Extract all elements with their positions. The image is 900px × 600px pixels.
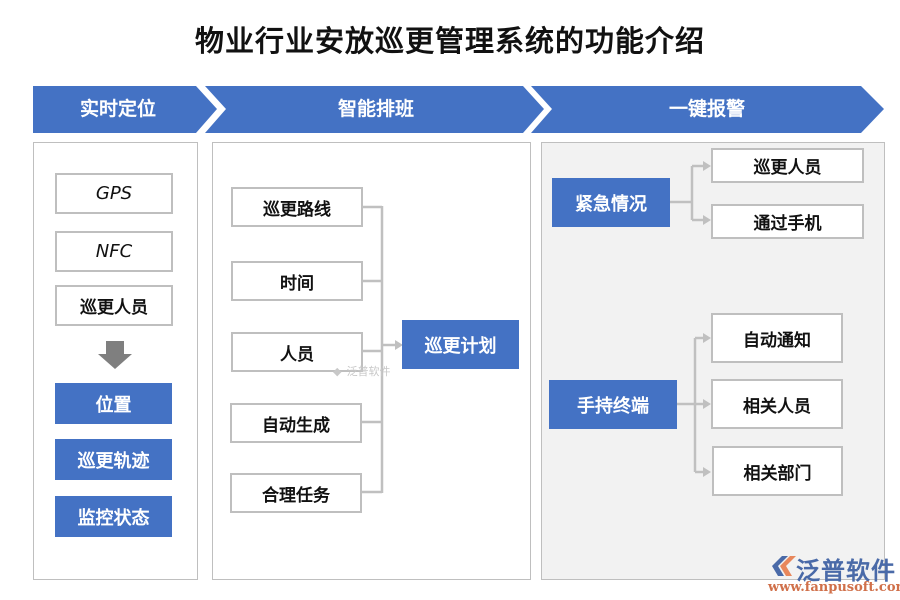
fanpu-logo-icon xyxy=(772,556,796,576)
target-auto-notify: 自动通知 xyxy=(711,313,843,363)
input-gps: GPS xyxy=(55,173,173,214)
input-reasonable-task: 合理任务 xyxy=(230,473,362,513)
source-handheld-terminal: 手持终端 xyxy=(549,380,677,429)
source-emergency: 紧急情况 xyxy=(552,178,670,227)
banner-scheduling-label: 智能排班 xyxy=(337,98,414,120)
banner-alarm-label: 一键报警 xyxy=(668,98,745,120)
target-via-phone: 通过手机 xyxy=(711,204,864,239)
output-location: 位置 xyxy=(55,383,172,424)
watermark-logo-icon: ◆ xyxy=(333,365,342,378)
output-patrol-track: 巡更轨迹 xyxy=(55,439,172,480)
input-nfc: NFC xyxy=(55,231,173,272)
target-related-staff: 相关人员 xyxy=(711,379,843,429)
input-auto-generate: 自动生成 xyxy=(230,403,362,443)
input-patrol-route: 巡更路线 xyxy=(231,187,363,227)
input-time: 时间 xyxy=(231,261,363,301)
target-related-department: 相关部门 xyxy=(712,446,843,496)
watermark: ◆ 泛普软件 xyxy=(333,360,403,380)
brand-logo: 泛普软件 www.fanpusoft.com xyxy=(768,551,900,599)
logo-url: www.fanpusoft.com xyxy=(768,580,900,595)
input-patrol-staff: 巡更人员 xyxy=(55,285,173,326)
output-monitor-status: 监控状态 xyxy=(55,496,172,537)
result-patrol-plan: 巡更计划 xyxy=(402,320,519,369)
watermark-text: 泛普软件 xyxy=(346,365,391,378)
banner-positioning-label: 实时定位 xyxy=(79,98,156,120)
down-arrow-icon xyxy=(98,341,132,369)
target-patrol-staff: 巡更人员 xyxy=(711,148,864,183)
